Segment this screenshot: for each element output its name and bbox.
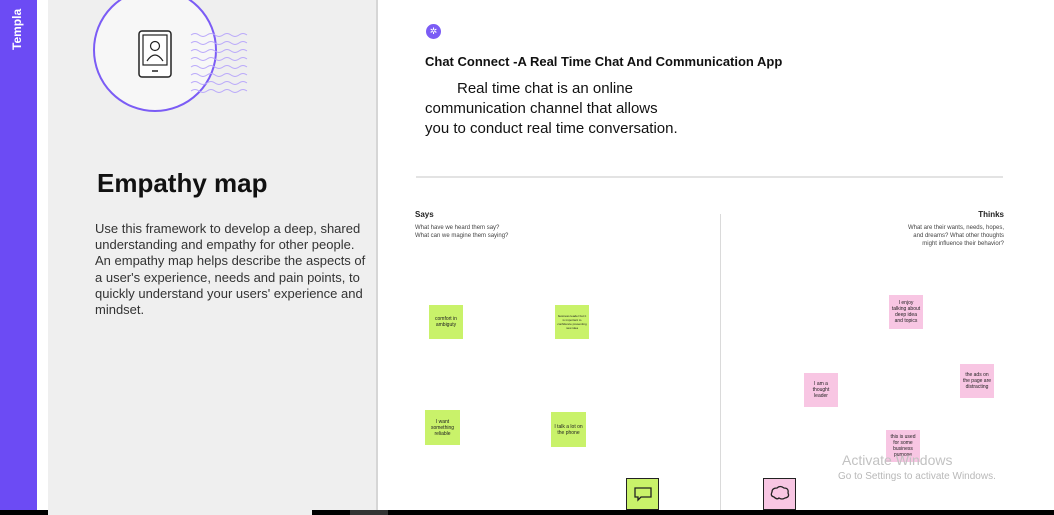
sparkle-icon[interactable]: ✲: [426, 24, 441, 39]
templates-tab-label: Templa: [10, 8, 24, 50]
thought-bubble-icon: [770, 485, 789, 500]
says-title: Says: [415, 210, 434, 219]
thinks-question: and dreams? What other thoughts: [913, 233, 1004, 239]
bottom-segment: [350, 510, 388, 515]
board-canvas[interactable]: ✲ Chat Connect -A Real Time Chat And Com…: [380, 0, 1054, 510]
waves-decoration-icon: [190, 33, 248, 93]
activate-windows-hint: Go to Settings to activate Windows.: [838, 471, 996, 482]
comment-icon: [633, 487, 652, 502]
sticky-note[interactable]: business leader but it is important to c…: [555, 305, 589, 339]
templates-side-tab[interactable]: Templa: [0, 0, 37, 510]
thinks-question: What are their wants, needs, hopes,: [907, 225, 1004, 231]
activate-windows-watermark: Activate Windows: [842, 452, 953, 468]
sticky-note[interactable]: the ads on the page are distracting: [960, 364, 994, 398]
comment-tool-button[interactable]: [626, 478, 659, 510]
template-title: Empathy map: [97, 168, 268, 198]
quadrant-divider: [720, 214, 721, 510]
sticky-note[interactable]: I talk a lot on the phone: [551, 412, 586, 447]
app-root: { "template_strip": { "label": "Templa" …: [0, 0, 1054, 515]
panel-gap: [37, 0, 48, 510]
bottom-bar: [0, 510, 1054, 515]
template-hero-illustration: [93, 0, 293, 112]
says-question: What have we heard them say?: [415, 225, 500, 231]
template-info-panel: Empathy map Use this framework to develo…: [48, 0, 378, 510]
board-app-title[interactable]: Chat Connect -A Real Time Chat And Commu…: [425, 54, 782, 69]
says-question: What can we magine them saying?: [415, 233, 509, 239]
thinks-question: might influence their behavior?: [922, 241, 1004, 247]
app-desc-line: Real time chat is an online: [457, 80, 633, 97]
template-description: Use this framework to develop a deep, sh…: [95, 221, 366, 318]
board-app-description[interactable]: Real time chat is an online communicatio…: [425, 79, 745, 139]
app-desc-line: you to conduct real time conversation.: [425, 120, 678, 137]
section-divider: [416, 176, 1003, 178]
sticky-note[interactable]: comfort in ambiguty: [429, 305, 463, 339]
thought-tool-button[interactable]: [763, 478, 796, 510]
thinks-title: Thinks: [978, 210, 1004, 219]
profile-card-icon: [138, 30, 172, 78]
bottom-segment: [48, 510, 312, 515]
sticky-note[interactable]: I want something reliable: [425, 410, 460, 445]
sticky-note[interactable]: I enjoy talking about deep idea and topi…: [889, 295, 923, 329]
sticky-note[interactable]: I am a thought leader: [804, 373, 838, 407]
app-desc-line: communication channel that allows: [425, 100, 658, 117]
